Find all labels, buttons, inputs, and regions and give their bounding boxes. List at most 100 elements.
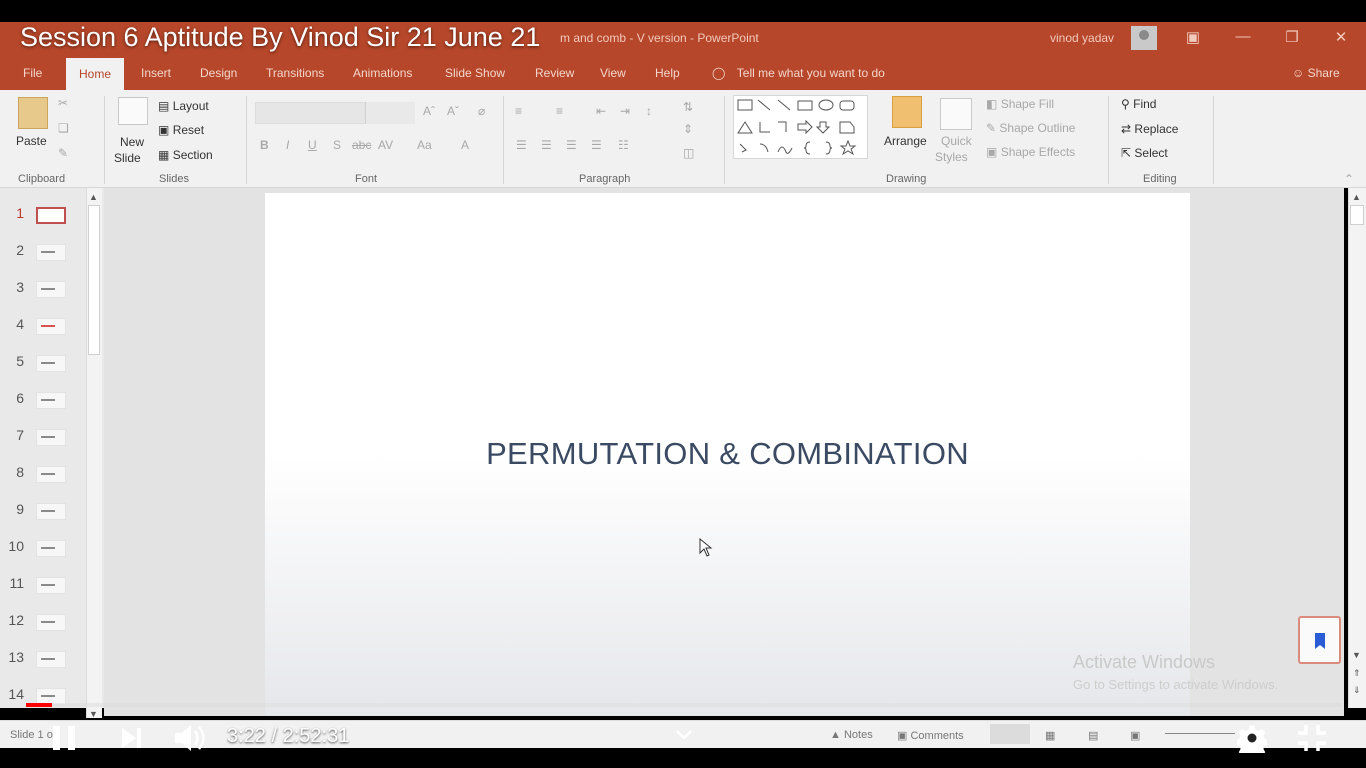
ribbon-display-icon[interactable]: ▣ [1178, 28, 1208, 46]
slide-thumbnail[interactable] [36, 577, 66, 594]
slideshow-icon[interactable]: ▣ [1130, 729, 1140, 742]
bookmark-button[interactable] [1298, 616, 1341, 664]
scroll-up-icon[interactable]: ▲ [89, 192, 98, 202]
next-video-icon[interactable] [120, 726, 144, 750]
scroll-down-icon[interactable]: ▼ [1352, 650, 1361, 660]
paste-icon[interactable] [18, 97, 48, 129]
decrease-font-icon[interactable]: Aˇ [447, 104, 459, 118]
slide-thumbnail[interactable] [36, 281, 66, 298]
slide-thumbnail-number[interactable]: 2 [6, 242, 24, 258]
slide-thumbnail[interactable] [36, 503, 66, 520]
smartart-icon[interactable]: ◫ [683, 146, 694, 160]
bold-icon[interactable]: B [260, 138, 269, 152]
shadow-icon[interactable]: S [333, 138, 341, 152]
arrange-button[interactable]: Arrange [884, 134, 927, 148]
gear-icon[interactable] [1237, 723, 1267, 753]
format-painter-icon[interactable]: ✎ [58, 146, 68, 160]
slide-thumbnail-number[interactable]: 12 [6, 612, 24, 628]
slide-thumbnail[interactable] [36, 207, 66, 224]
quick-styles-label[interactable]: Quick [941, 134, 972, 148]
progress-bar[interactable] [26, 703, 1341, 707]
align-center-icon[interactable]: ☰ [541, 138, 552, 152]
slide-scroll-thumb[interactable] [1350, 205, 1364, 225]
tab-animations[interactable]: Animations [353, 66, 412, 80]
line-spacing-icon[interactable]: ↕ [646, 104, 652, 118]
slide-thumbnail-number[interactable]: 5 [6, 353, 24, 369]
notes-button[interactable]: ▲ Notes [830, 729, 873, 741]
shape-fill-button[interactable]: ◧ Shape Fill [986, 97, 1054, 111]
previous-slide-icon[interactable]: ⇑ [1353, 668, 1361, 679]
paste-button[interactable]: Paste [16, 134, 47, 148]
pause-icon[interactable] [50, 724, 80, 752]
italic-icon[interactable]: I [286, 138, 289, 152]
shape-outline-button[interactable]: ✎ Shape Outline [986, 121, 1075, 135]
quick-styles-icon[interactable] [940, 98, 972, 130]
increase-indent-icon[interactable]: ⇥ [620, 104, 630, 118]
select-button[interactable]: ⇱ Select [1121, 146, 1168, 160]
tab-file[interactable]: File [23, 66, 42, 80]
font-size-select[interactable] [365, 102, 415, 124]
numbering-icon[interactable]: ≡ [556, 104, 563, 118]
reset-button[interactable]: ▣ Reset [158, 123, 204, 137]
tell-me-search[interactable]: ◯ Tell me what you want to do [712, 66, 885, 80]
slide-thumbnail-number[interactable]: 9 [6, 501, 24, 517]
decrease-indent-icon[interactable]: ⇤ [596, 104, 606, 118]
slide-thumbnail-number[interactable]: 6 [6, 390, 24, 406]
find-button[interactable]: ⚲ Find [1121, 97, 1156, 111]
slide-thumbnail-number[interactable]: 8 [6, 464, 24, 480]
slide-thumbnail[interactable] [36, 614, 66, 631]
zoom-slider[interactable] [1165, 733, 1235, 734]
increase-font-icon[interactable]: Aˆ [423, 104, 435, 118]
collapse-ribbon-icon[interactable]: ⌃ [1344, 172, 1354, 186]
exit-fullscreen-icon[interactable] [1296, 723, 1328, 753]
tab-insert[interactable]: Insert [141, 66, 171, 80]
slide-thumbnail-number[interactable]: 3 [6, 279, 24, 295]
slide-thumbnail-number[interactable]: 10 [6, 538, 24, 554]
slide-thumbnail[interactable] [36, 466, 66, 483]
tab-design[interactable]: Design [200, 66, 237, 80]
strikethrough-icon[interactable]: abc [352, 138, 371, 152]
slide-thumbnail[interactable] [36, 392, 66, 409]
share-button[interactable]: ☺ Share [1292, 66, 1340, 80]
slide-title[interactable]: PERMUTATION & COMBINATION [265, 436, 1190, 472]
section-button[interactable]: ▦ Section [158, 148, 213, 162]
columns-icon[interactable]: ☷ [618, 138, 629, 152]
align-left-icon[interactable]: ☰ [516, 138, 527, 152]
comments-button[interactable]: ▣ Comments [897, 729, 964, 742]
underline-icon[interactable]: U [308, 138, 317, 152]
tab-help[interactable]: Help [655, 66, 680, 80]
justify-icon[interactable]: ☰ [591, 138, 602, 152]
next-slide-icon[interactable]: ⇓ [1353, 685, 1361, 696]
copy-icon[interactable]: ❏ [58, 121, 69, 135]
shapes-gallery[interactable] [733, 95, 868, 159]
shape-effects-button[interactable]: ▣ Shape Effects [986, 145, 1075, 159]
replace-button[interactable]: ⇄ Replace [1121, 122, 1178, 136]
layout-button[interactable]: ▤ Layout [158, 99, 209, 113]
tab-view[interactable]: View [600, 66, 626, 80]
slide-thumbnail-number[interactable]: 4 [6, 316, 24, 332]
scroll-up-icon[interactable]: ▲ [1352, 192, 1361, 202]
slide-thumbnail-number[interactable]: 7 [6, 427, 24, 443]
slide-thumbnail[interactable] [36, 318, 66, 335]
video-player[interactable]: m and comb - V version - PowerPoint vino… [0, 0, 1366, 768]
new-slide-icon[interactable] [118, 97, 148, 125]
chevron-down-icon[interactable] [673, 724, 695, 746]
new-slide-label[interactable]: New [120, 135, 144, 149]
tab-slide-show[interactable]: Slide Show [445, 66, 505, 80]
slide-thumbnail-number[interactable]: 14 [6, 686, 24, 702]
scroll-down-icon[interactable]: ▼ [89, 709, 98, 719]
tab-review[interactable]: Review [535, 66, 574, 80]
align-text-icon[interactable]: ⇕ [683, 122, 693, 136]
slide-thumbnail-number[interactable]: 13 [6, 649, 24, 665]
restore-icon[interactable]: ❐ [1277, 28, 1307, 46]
volume-icon[interactable] [172, 722, 208, 754]
new-slide-label-2[interactable]: Slide [114, 151, 141, 165]
arrange-icon[interactable] [892, 96, 922, 128]
slide-thumbnail[interactable] [36, 355, 66, 372]
clear-formatting-icon[interactable]: ⌀ [478, 104, 485, 118]
reading-view-icon[interactable]: ▤ [1088, 729, 1098, 742]
close-icon[interactable]: ✕ [1326, 28, 1356, 46]
character-spacing-icon[interactable]: AV [378, 138, 393, 152]
video-title[interactable]: Session 6 Aptitude By Vinod Sir 21 June … [20, 22, 540, 53]
text-direction-icon[interactable]: ⇅ [683, 100, 693, 114]
